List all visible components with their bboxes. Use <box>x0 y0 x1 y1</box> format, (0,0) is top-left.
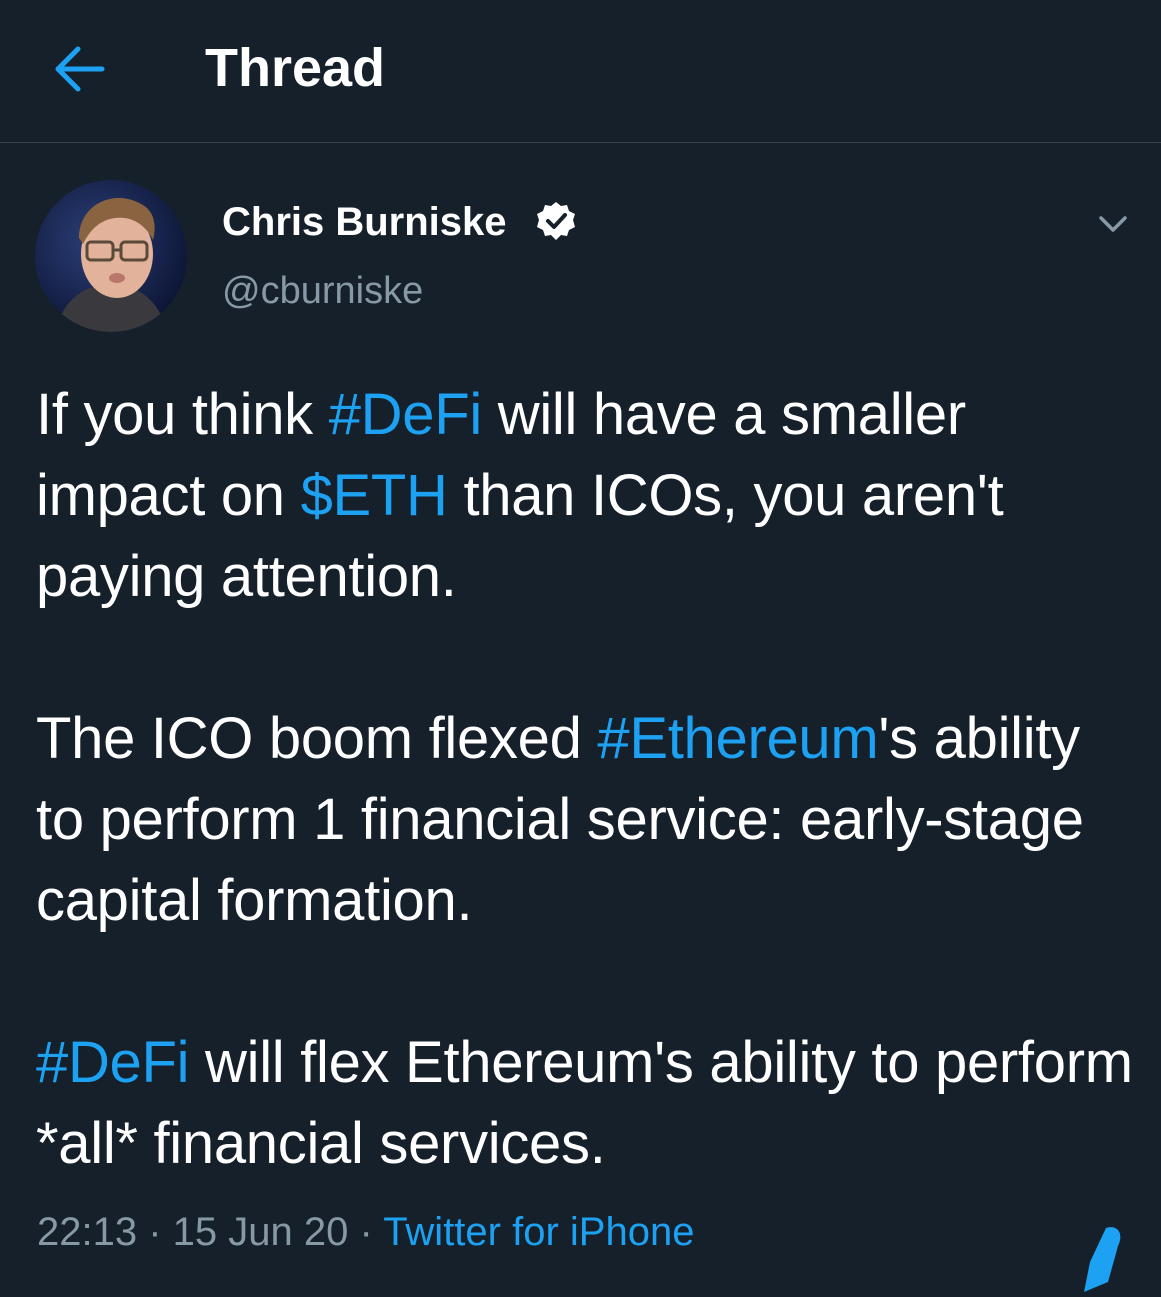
hashtag-link[interactable]: #DeFi <box>36 1030 190 1095</box>
tweet-time: 22:13 <box>37 1210 138 1254</box>
tweet-paragraph: #DeFi will flex Ethereum's ability to pe… <box>36 1022 1136 1184</box>
chevron-down-icon <box>1099 216 1127 232</box>
tweet-source-link[interactable]: Twitter for iPhone <box>383 1210 694 1254</box>
tweet-paragraph: If you think #DeFi will have a smaller i… <box>36 374 1136 617</box>
page-title: Thread <box>205 38 386 98</box>
verified-badge-icon <box>535 200 577 242</box>
hashtag-link[interactable]: #DeFi <box>329 382 483 447</box>
meta-separator: · <box>137 1210 173 1254</box>
compose-button-edge[interactable] <box>1068 1222 1128 1292</box>
hashtag-link[interactable]: #Ethereum <box>597 706 878 771</box>
avatar[interactable] <box>35 180 187 332</box>
tweet-text: If you think #DeFi will have a smaller i… <box>36 374 1136 1184</box>
tweet-date: 15 Jun 20 <box>172 1210 349 1254</box>
author-handle[interactable]: @cburniske <box>222 268 423 314</box>
tweet-paragraph: The ICO boom flexed #Ethereum's ability … <box>36 698 1136 941</box>
back-button[interactable] <box>50 42 110 96</box>
text-segment: If you think <box>36 382 329 447</box>
more-options-button[interactable] <box>1093 204 1133 244</box>
text-segment: will flex Ethereum's ability to perform … <box>36 1030 1133 1176</box>
text-segment: The ICO boom flexed <box>36 706 598 771</box>
arrow-left-icon <box>55 46 105 92</box>
tweet-meta: 22:13 · 15 Jun 20 · Twitter for iPhone <box>37 1207 694 1257</box>
meta-separator: · <box>348 1210 384 1254</box>
tweet: Chris Burniske @cburniske If you think #… <box>0 144 1161 1280</box>
author-name[interactable]: Chris Burniske <box>222 198 507 246</box>
thread-header: Thread <box>0 0 1161 143</box>
cashtag-link[interactable]: $ETH <box>301 463 448 528</box>
